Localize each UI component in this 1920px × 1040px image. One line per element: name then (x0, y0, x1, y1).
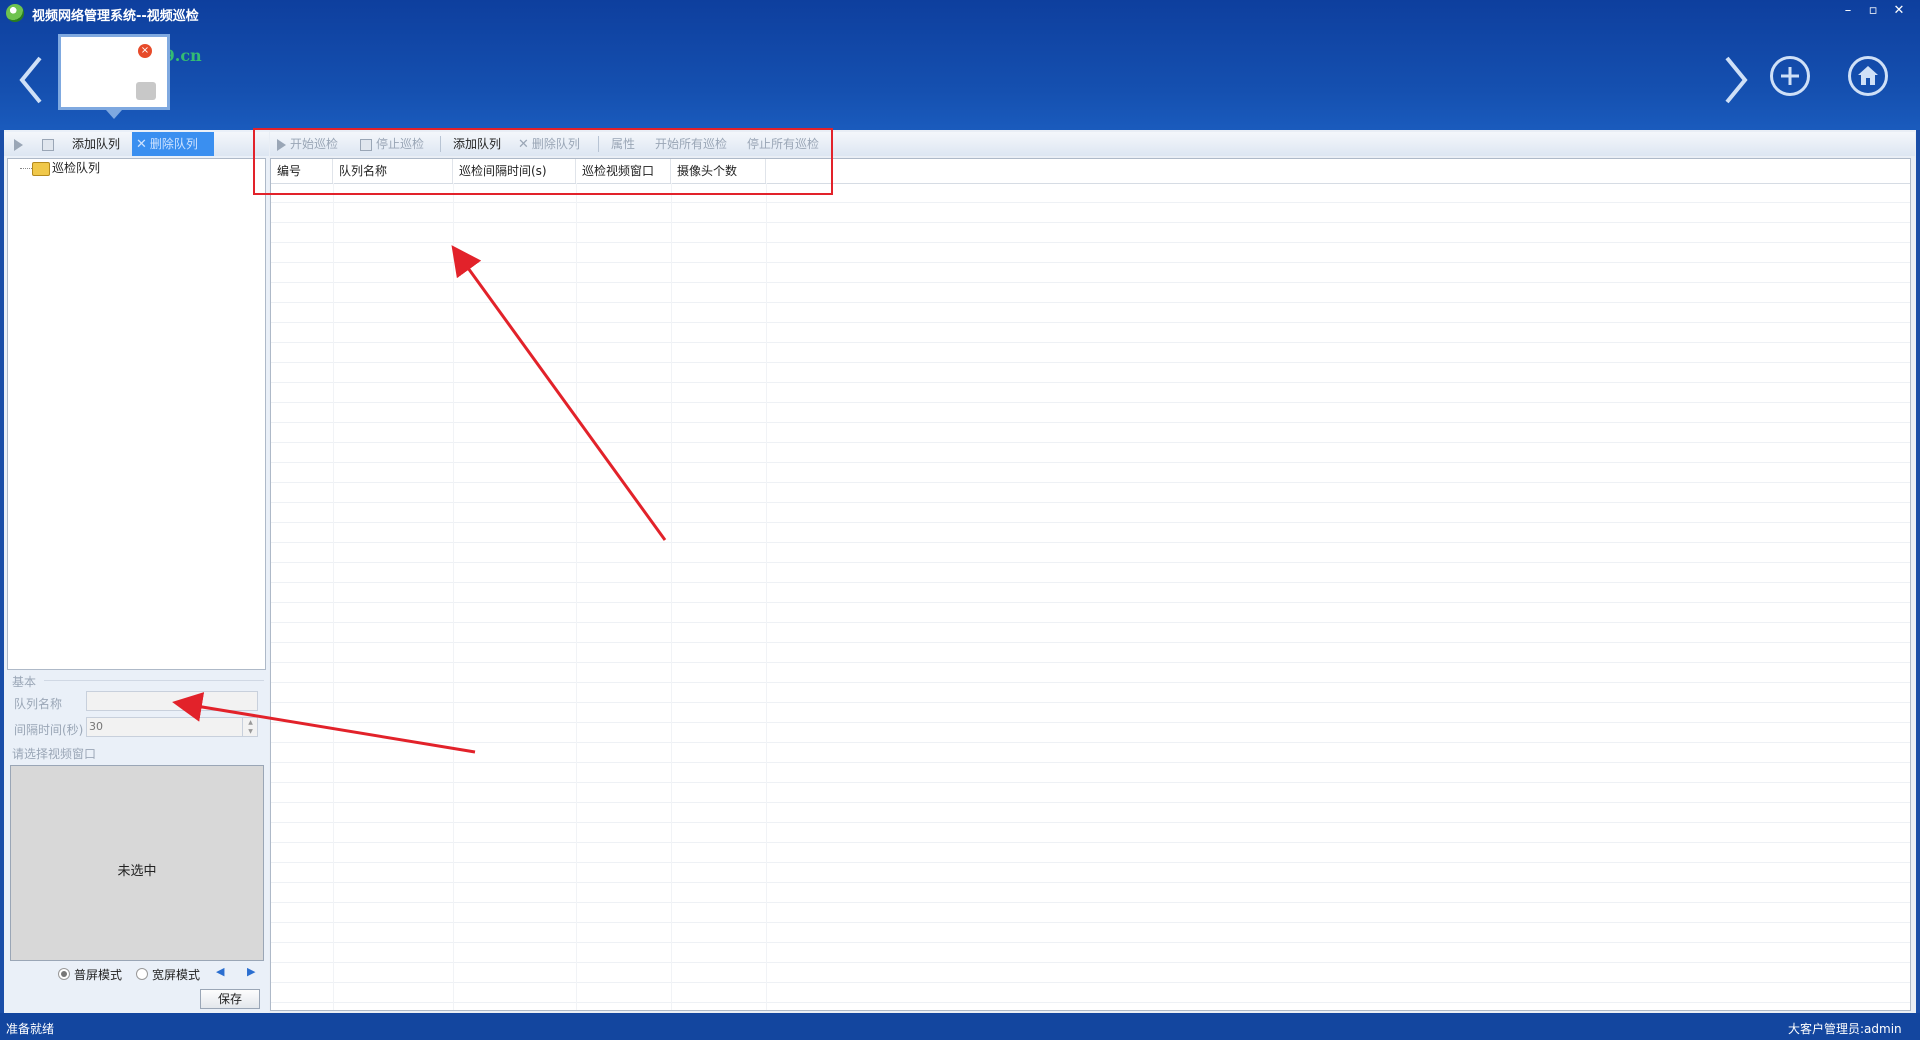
annotation-arrows (172, 245, 667, 754)
annotation-arrow (172, 692, 476, 754)
status-text: 准备就绪 (6, 1022, 55, 1036)
status-bar (0, 1013, 1920, 1040)
current-user-text: 大客户管理员:admin (1788, 1022, 1902, 1036)
annotation-arrow (451, 245, 667, 541)
